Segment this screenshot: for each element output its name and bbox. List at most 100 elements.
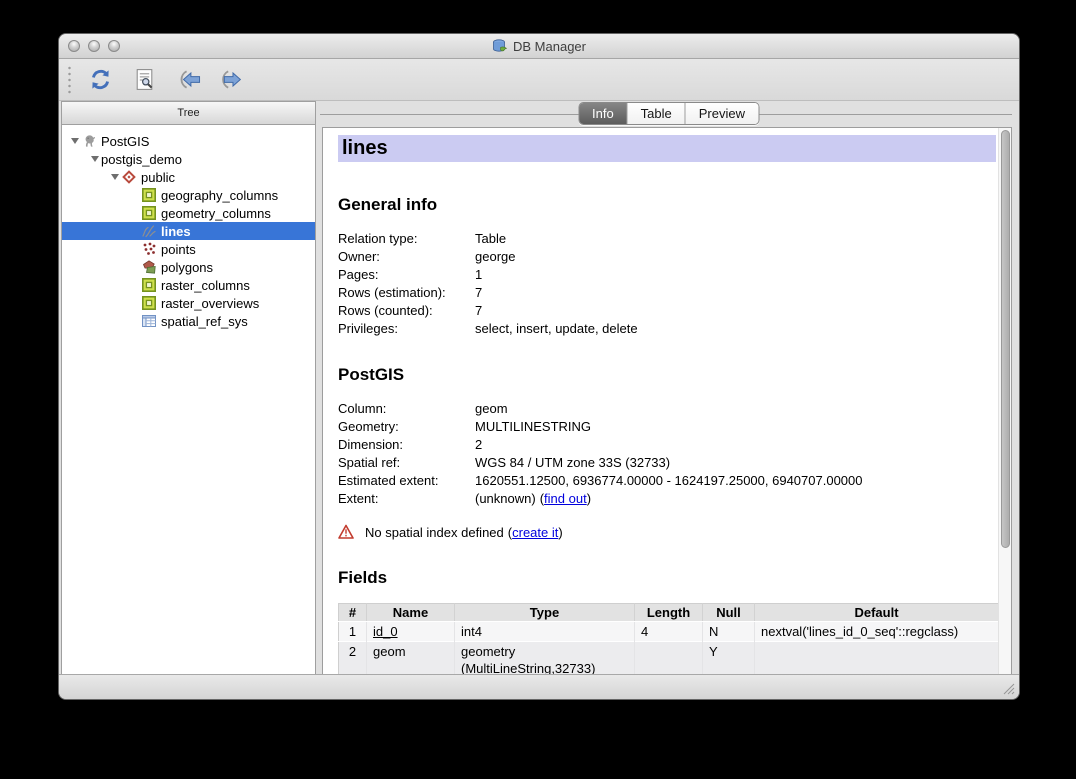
- window-title: DB Manager: [513, 39, 586, 54]
- info-row: Relation type:Table: [338, 230, 998, 248]
- table-icon: [141, 313, 157, 329]
- tree-item-lines[interactable]: lines: [62, 222, 315, 240]
- info-row: Pages:1: [338, 266, 998, 284]
- tree-item-spatial_ref_sys[interactable]: spatial_ref_sys: [62, 312, 315, 330]
- page-title: lines: [338, 135, 996, 162]
- cell-default: nextval('lines_id_0_seq'::regclass): [755, 622, 999, 642]
- toolbar-drag-handle[interactable]: [66, 65, 73, 95]
- cell-type: geometry (MultiLineString,32733): [455, 642, 635, 675]
- extent-value: (unknown): [475, 491, 536, 506]
- cell-length: [635, 642, 703, 675]
- tree-item-raster_overviews[interactable]: raster_overviews: [62, 294, 315, 312]
- info-scroll-area: lines General info Relation type:TableOw…: [323, 128, 998, 674]
- scrollbar-thumb[interactable]: [1001, 130, 1010, 548]
- cell-default: [755, 642, 999, 675]
- info-row-extent: Extent: (unknown)(find out): [338, 490, 998, 508]
- info-row: Column:geom: [338, 400, 998, 418]
- polygon-layer-icon: [141, 259, 157, 275]
- info-label: Extent:: [338, 490, 475, 508]
- tree-item-public[interactable]: public: [62, 168, 315, 186]
- tab-bar: InfoTablePreview: [318, 101, 1019, 127]
- tree-item-label: spatial_ref_sys: [161, 314, 248, 329]
- info-label: Geometry:: [338, 418, 475, 436]
- info-value: 7: [475, 302, 482, 320]
- info-row: Privileges:select, insert, update, delet…: [338, 320, 998, 338]
- general-info-heading: General info: [338, 195, 998, 215]
- zoom-button[interactable]: [108, 40, 120, 52]
- info-content-frame: lines General info Relation type:TableOw…: [322, 127, 1012, 675]
- tree-panel: Tree PostGIS postgis_demopublicgeography_…: [61, 101, 316, 675]
- fields-heading: Fields: [338, 568, 998, 588]
- vertical-scrollbar[interactable]: [998, 128, 1011, 674]
- fields-table: #NameTypeLengthNullDefault1id_0int44Nnex…: [338, 603, 998, 674]
- resize-grip[interactable]: [1002, 682, 1015, 695]
- toolbar-buttons: [84, 64, 260, 96]
- disclosure-triangle[interactable]: [88, 156, 101, 162]
- column-header-length: Length: [635, 604, 703, 622]
- info-label: Privileges:: [338, 320, 475, 338]
- sql-window-button[interactable]: [128, 64, 160, 96]
- info-value: 7: [475, 284, 482, 302]
- info-value: geom: [475, 400, 508, 418]
- cell-name: id_0: [367, 622, 455, 642]
- tab-info[interactable]: Info: [579, 103, 628, 124]
- refresh-icon: [88, 67, 113, 92]
- info-label: Pages:: [338, 266, 475, 284]
- info-row: Rows (counted):7: [338, 302, 998, 320]
- tree-item-polygons[interactable]: polygons: [62, 258, 315, 276]
- cell-length: 4: [635, 622, 703, 642]
- db-manager-window: DB Manager Tree PostGIS postgis_demopubli…: [58, 33, 1020, 700]
- tab-preview[interactable]: Preview: [686, 103, 758, 124]
- refresh-button[interactable]: [84, 64, 116, 96]
- db-tree: PostGIS postgis_demopublicgeography_colum…: [61, 125, 316, 675]
- database-icon: [492, 38, 508, 54]
- tree-item-points[interactable]: points: [62, 240, 315, 258]
- tab-segmented-control: InfoTablePreview: [578, 102, 759, 125]
- tree-item-geometry_columns[interactable]: geometry_columns: [62, 204, 315, 222]
- tree-item-raster_columns[interactable]: raster_columns: [62, 276, 315, 294]
- disclosure-triangle[interactable]: [68, 138, 81, 144]
- import-layer-button[interactable]: [172, 64, 204, 96]
- tab-table[interactable]: Table: [628, 103, 686, 124]
- cell-null: Y: [703, 642, 755, 675]
- close-button[interactable]: [68, 40, 80, 52]
- cell-name: geom: [367, 642, 455, 675]
- disclosure-triangle[interactable]: [108, 174, 121, 180]
- find-out-link[interactable]: find out: [544, 491, 587, 506]
- title-bar[interactable]: DB Manager: [59, 34, 1019, 59]
- table-row: 1id_0int44Nnextval('lines_id_0_seq'::reg…: [339, 622, 999, 642]
- general-info-rows: Relation type:TableOwner:georgePages:1Ro…: [338, 230, 998, 338]
- info-row: Dimension:2: [338, 436, 998, 454]
- window-title-area: DB Manager: [59, 34, 1019, 58]
- column-header-type: Type: [455, 604, 635, 622]
- warning-icon: [338, 524, 354, 540]
- tree-item-PostGIS[interactable]: PostGIS: [62, 132, 315, 150]
- info-label: Relation type:: [338, 230, 475, 248]
- tree-item-label: postgis_demo: [101, 152, 182, 167]
- cell-num: 1: [339, 622, 367, 642]
- info-label: Owner:: [338, 248, 475, 266]
- export-to-file-button[interactable]: [216, 64, 248, 96]
- info-value: 2: [475, 436, 482, 454]
- tree-panel-header: Tree: [61, 101, 316, 125]
- spatial-index-warning: No spatial index defined(create it): [338, 523, 998, 541]
- info-row: Estimated extent:1620551.12500, 6936774.…: [338, 472, 998, 490]
- tree-item-postgis_demo[interactable]: postgis_demo: [62, 150, 315, 168]
- tree-item-label: public: [141, 170, 175, 185]
- info-label: Dimension:: [338, 436, 475, 454]
- info-label: Spatial ref:: [338, 454, 475, 472]
- cell-null: N: [703, 622, 755, 642]
- cell-type: int4: [455, 622, 635, 642]
- tree-item-geography_columns[interactable]: geography_columns: [62, 186, 315, 204]
- export-file-icon: [220, 67, 245, 92]
- minimize-button[interactable]: [88, 40, 100, 52]
- layer-table-icon: [141, 187, 157, 203]
- traffic-lights: [68, 40, 120, 52]
- info-label: Column:: [338, 400, 475, 418]
- layer-table-icon: [141, 277, 157, 293]
- warning-text: No spatial index defined(create it): [365, 525, 563, 540]
- info-value: Table: [475, 230, 506, 248]
- info-label: Rows (estimation):: [338, 284, 475, 302]
- info-value: select, insert, update, delete: [475, 320, 638, 338]
- create-it-link[interactable]: create it: [512, 525, 558, 540]
